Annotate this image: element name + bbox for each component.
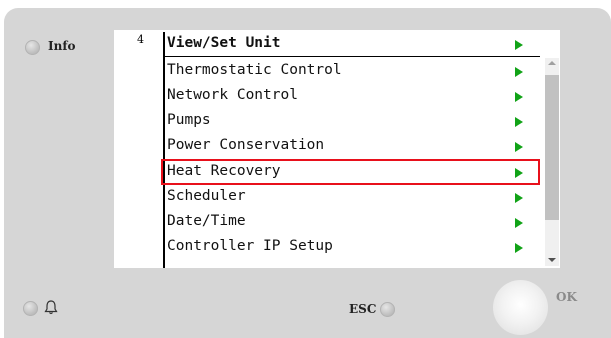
menu-item-label: Power Conservation — [167, 137, 325, 153]
menu-item-power-conservation[interactable]: Power Conservation — [167, 134, 537, 159]
scrollbar-thumb[interactable] — [545, 75, 559, 220]
header-divider — [165, 56, 540, 57]
menu-item-controller-ip-setup[interactable]: Controller IP Setup — [167, 235, 537, 260]
right-triangle-icon — [515, 117, 523, 127]
right-triangle-icon — [515, 142, 523, 152]
menu-item-label: Network Control — [167, 87, 298, 103]
menu-item-network-control[interactable]: Network Control — [167, 84, 537, 109]
menu-item-date-time[interactable]: Date/Time — [167, 210, 537, 235]
menu-item-label: Date/Time — [167, 213, 246, 229]
ok-knob[interactable] — [493, 280, 548, 335]
info-label: Info — [48, 39, 76, 53]
menu-item-scheduler[interactable]: Scheduler — [167, 185, 537, 210]
right-triangle-icon — [515, 218, 523, 228]
scroll-down-icon[interactable] — [548, 258, 556, 262]
right-triangle-icon — [515, 243, 523, 253]
page-number: 4 — [137, 33, 144, 46]
scroll-up-icon[interactable] — [548, 61, 556, 65]
ok-label: OK — [556, 290, 577, 304]
esc-label: ESC — [349, 302, 377, 316]
menu-item-label: Controller IP Setup — [167, 238, 333, 254]
menu-item-label: Thermostatic Control — [167, 62, 342, 78]
right-triangle-icon — [515, 92, 523, 102]
right-triangle-icon — [515, 67, 523, 77]
menu-header[interactable]: View/Set Unit — [167, 32, 537, 57]
bell-icon[interactable] — [43, 299, 59, 316]
right-triangle-icon — [515, 40, 523, 50]
selection-highlight — [161, 159, 540, 185]
menu-item-label: Pumps — [167, 112, 211, 128]
screen-divider — [163, 32, 165, 268]
info-button[interactable] — [25, 40, 40, 55]
menu-item-thermostatic-control[interactable]: Thermostatic Control — [167, 59, 537, 84]
right-triangle-icon — [515, 193, 523, 203]
menu-item-pumps[interactable]: Pumps — [167, 109, 537, 134]
esc-button[interactable] — [380, 302, 395, 317]
menu-title: View/Set Unit — [167, 35, 281, 51]
menu-item-label: Scheduler — [167, 188, 246, 204]
alarm-button[interactable] — [23, 301, 38, 316]
